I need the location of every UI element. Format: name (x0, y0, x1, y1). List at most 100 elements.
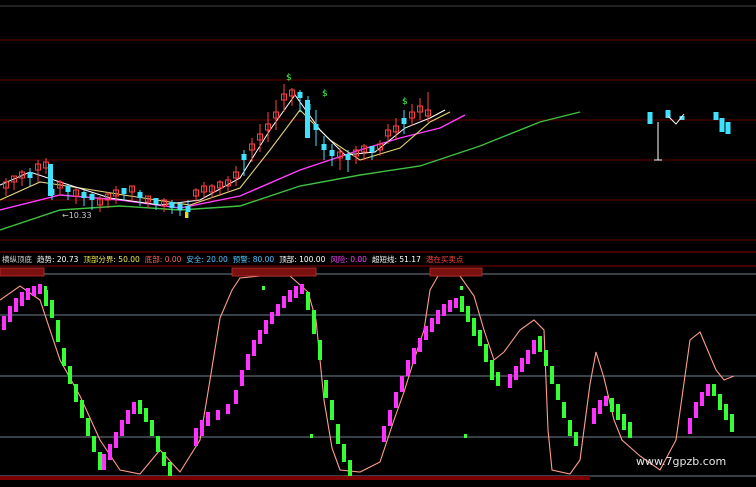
candle-body (305, 100, 310, 138)
oscillator-bar-up (300, 284, 304, 294)
oscillator-bar-down (478, 330, 482, 346)
candle-body (345, 154, 351, 160)
candle-body (153, 198, 159, 204)
oscillator-bar-down (348, 460, 352, 476)
oscillator-bar-up (234, 390, 238, 404)
oscillator-bar-down (628, 422, 632, 438)
oscillator-bar-up (32, 286, 36, 296)
oscillator-bar-down (616, 404, 620, 420)
oscillator-bar-up (394, 392, 398, 408)
candle-body (48, 164, 53, 196)
oscillator-bar-down (324, 380, 328, 398)
candle-body (329, 150, 335, 156)
candle-body (177, 204, 183, 210)
top-zone-band (429, 267, 483, 277)
oscillator-bar-up (442, 304, 446, 316)
indicator-item: 横纵顶底 (2, 255, 32, 264)
candle-body (169, 202, 175, 208)
oscillator-bar-up (252, 340, 256, 356)
oscillator-bar-up (206, 412, 210, 426)
oscillator-bar-up (424, 326, 428, 340)
oscillator-bar-down (544, 350, 548, 366)
oscillator-bar-down (568, 420, 572, 436)
oscillator-bar-down (156, 436, 160, 452)
oscillator-bar-up (26, 288, 30, 300)
indicator-item: 顶部: 100.00 (279, 255, 326, 264)
oscillator-bar-up (288, 290, 292, 302)
oscillator-bar-up (120, 420, 124, 436)
candle-body (27, 172, 33, 178)
ma-long1-line (0, 114, 466, 211)
oscillator-bar-up (258, 330, 262, 344)
oscillator-bar-down (490, 360, 494, 380)
oscillator-bar-down (74, 384, 78, 402)
oscillator-bar-down (730, 414, 734, 432)
oscillator-bar-up (240, 370, 244, 386)
signal-dot (262, 286, 265, 290)
buy-signal-marker: $ (402, 97, 408, 107)
oscillator-bar-down (496, 372, 500, 386)
indicator-item: 风险: 0.00 (330, 255, 367, 264)
candle-body (241, 154, 247, 160)
buy-signal-marker: $ (286, 73, 292, 83)
oscillator-bar-up (406, 360, 410, 376)
oscillator-bar-down (56, 320, 60, 342)
candle-body (369, 146, 375, 152)
oscillator-bar-down (86, 418, 90, 436)
oscillator-bar-up (526, 350, 530, 364)
oscillator-bar-down (550, 366, 554, 384)
oscillator-bar-up (520, 358, 524, 372)
oscillator-bar-up (418, 338, 422, 352)
oscillator-bar-up (126, 410, 130, 424)
oscillator-bar-down (162, 452, 166, 466)
oscillator-bar-down (150, 420, 154, 436)
candle-body (647, 112, 653, 124)
oscillator-bar-down (336, 424, 340, 444)
signal-dot (464, 434, 467, 438)
low-point-marker (185, 212, 188, 218)
oscillator-bar-up (388, 410, 392, 426)
indicator-item: 顶部分界: 50.00 (83, 255, 140, 264)
indicator-item: 安全: 20.00 (186, 255, 228, 264)
oscillator-bar-down (466, 306, 470, 322)
buy-signal-marker: $ (322, 89, 328, 99)
oscillator-bar-down (724, 404, 728, 420)
oscillator-bar-down (538, 336, 542, 352)
indicator-item: 底部: 0.00 (144, 255, 182, 264)
oscillator-bar-up (38, 284, 42, 294)
oscillator-bar-down (144, 408, 148, 422)
oscillator-bar-up (276, 304, 280, 316)
indicator-item: 潜在买卖点 (425, 255, 464, 264)
oscillator-bar-up (706, 384, 710, 396)
oscillator-bar-down (50, 300, 54, 318)
candle-body (297, 92, 303, 98)
oscillator-bar-down (574, 432, 578, 446)
indicator-item: 预警: 80.00 (232, 255, 275, 264)
oscillator-bar-up (532, 340, 536, 354)
candle-body (313, 124, 319, 130)
oscillator-bar-up (270, 312, 274, 324)
oscillator-bar-up (448, 300, 452, 312)
oscillator-bar-up (508, 374, 512, 388)
oscillator-bar-down (712, 384, 716, 396)
oscillator-bar-up (2, 316, 6, 330)
oscillator-bar-down (138, 400, 142, 414)
oscillator-bar-down (318, 340, 322, 360)
signal-dot (310, 434, 313, 438)
oscillator-bar-up (294, 286, 298, 298)
top-zone-band (231, 267, 317, 277)
candle-body (65, 186, 71, 192)
indicator-item: 趋势: 20.73 (37, 255, 79, 264)
oscillator-bar-up (102, 454, 106, 470)
oscillator-bar-down (98, 452, 102, 470)
oscillator-bar-down (68, 366, 72, 384)
stock-chart: $ $ $ (0, 5, 756, 480)
oscillator-bar-up (216, 410, 220, 420)
candle-body (137, 192, 143, 198)
oscillator-bar-up (694, 402, 698, 418)
bottom-zone-band (0, 476, 590, 480)
candle-body (121, 188, 127, 194)
candle-body (185, 206, 191, 212)
oscillator-bar-up (430, 318, 434, 332)
oscillator-bar-up (400, 376, 404, 392)
